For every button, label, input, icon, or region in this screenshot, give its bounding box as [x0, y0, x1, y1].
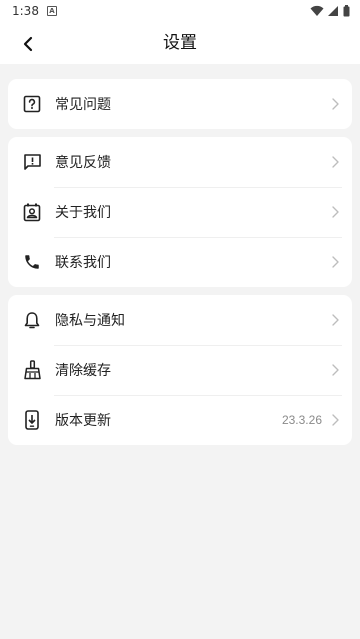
- settings-item-label: 清除缓存: [55, 363, 111, 379]
- contact-card-icon: [22, 202, 42, 222]
- phone-icon: [22, 252, 42, 272]
- settings-group-help: 常见问题: [8, 79, 352, 129]
- bell-icon: [22, 310, 42, 330]
- settings-item-faq[interactable]: 常见问题: [8, 79, 352, 129]
- help-square-icon: [22, 94, 42, 114]
- back-arrow-icon: [23, 36, 33, 52]
- chevron-right-icon: [330, 255, 340, 269]
- signal-icon: [328, 6, 338, 16]
- chevron-right-icon: [330, 97, 340, 111]
- back-button[interactable]: [14, 30, 42, 58]
- settings-item-version-update[interactable]: 版本更新 23.3.26: [8, 395, 352, 445]
- chevron-right-icon: [330, 155, 340, 169]
- app-header: 设置: [0, 22, 360, 64]
- settings-item-label: 常见问题: [55, 97, 111, 113]
- settings-item-clear-cache[interactable]: 清除缓存: [8, 345, 352, 395]
- settings-group-about: 意见反馈 关于我们 联系我们: [8, 137, 352, 287]
- settings-item-label: 联系我们: [55, 255, 111, 271]
- page-title: 设置: [163, 33, 197, 53]
- chevron-right-icon: [330, 363, 340, 377]
- phone-download-icon: [22, 410, 42, 430]
- settings-item-privacy-notifications[interactable]: 隐私与通知: [8, 295, 352, 345]
- settings-item-label: 意见反馈: [55, 155, 111, 171]
- feedback-icon: [22, 152, 42, 172]
- settings-item-label: 隐私与通知: [55, 313, 125, 329]
- settings-item-about-us[interactable]: 关于我们: [8, 187, 352, 237]
- wifi-icon: [310, 5, 324, 16]
- battery-icon: [343, 5, 350, 17]
- chevron-right-icon: [330, 205, 340, 219]
- status-time: 1:38: [12, 4, 39, 18]
- settings-item-label: 版本更新: [55, 413, 111, 429]
- chevron-right-icon: [330, 413, 340, 427]
- notification-icon: A: [46, 6, 57, 16]
- settings-group-system: 隐私与通知 清除缓存 版本更新 23.3.26: [8, 295, 352, 445]
- broom-icon: [22, 360, 42, 380]
- settings-item-feedback[interactable]: 意见反馈: [8, 137, 352, 187]
- settings-item-contact-us[interactable]: 联系我们: [8, 237, 352, 287]
- settings-item-label: 关于我们: [55, 205, 111, 221]
- chevron-right-icon: [330, 313, 340, 327]
- status-bar: 1:38 A: [0, 0, 360, 22]
- version-number: 23.3.26: [281, 413, 322, 427]
